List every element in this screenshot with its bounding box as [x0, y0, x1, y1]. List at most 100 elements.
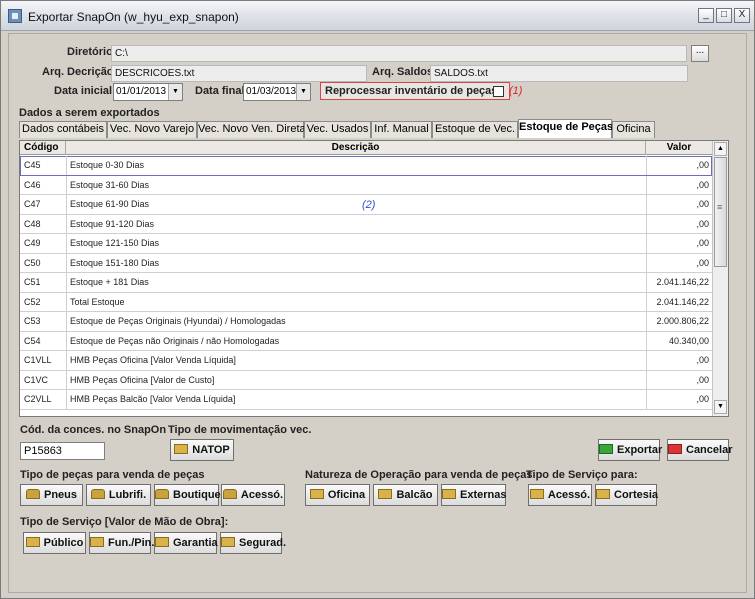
- cell-code: C50: [24, 257, 41, 268]
- cell-desc: Estoque 151-180 Dias: [66, 253, 646, 272]
- oficina-label: Oficina: [327, 489, 366, 501]
- natop-button[interactable]: NATOP: [170, 439, 234, 461]
- cell-val: ,00: [646, 175, 712, 194]
- people-icon: [90, 489, 105, 499]
- tipo-servico-label: Tipo de Serviço para:: [526, 469, 638, 481]
- table-row[interactable]: C50 Estoque 151-180 Dias ,00: [20, 253, 712, 273]
- table-row[interactable]: C48 Estoque 91-120 Dias ,00: [20, 214, 712, 234]
- garantia-label: Garantia: [173, 537, 218, 549]
- arq-descricao-field[interactable]: DESCRICOES.txt: [111, 65, 367, 82]
- cell-code: C53: [24, 316, 41, 326]
- checkmark-icon: [599, 444, 613, 454]
- cell-desc: HMB Peças Oficina [Valor de Custo]: [66, 370, 646, 389]
- balcao-button[interactable]: Balcão: [373, 484, 438, 506]
- cod-conces-input[interactable]: P15863: [20, 442, 105, 460]
- cell-code: C46: [24, 179, 41, 190]
- browse-button[interactable]: ...: [691, 45, 709, 62]
- scroll-up-icon[interactable]: ▲: [714, 142, 727, 156]
- people-icon: [155, 489, 169, 499]
- reprocessar-checkbox-group[interactable]: Reprocessar inventário de peças?: [320, 82, 510, 100]
- tab-estoque-pecas[interactable]: Estoque de Peças: [518, 119, 613, 138]
- folder-icon: [25, 537, 40, 547]
- folder-icon: [309, 489, 324, 499]
- cell-val: ,00: [646, 234, 712, 253]
- tab-vec-novo-ven-direta[interactable]: Vec. Novo Ven. Direta: [197, 121, 306, 138]
- annotation-1: (1): [509, 85, 523, 97]
- cell-desc: HMB Peças Balcão [Valor Venda Líquida]: [66, 390, 646, 409]
- garantia-button[interactable]: Garantia: [154, 532, 218, 554]
- publico-label: Público: [43, 537, 84, 549]
- tab-vec-usados[interactable]: Vec. Usados: [304, 121, 371, 138]
- table-row[interactable]: C53 Estoque de Peças Originais (Hyundai) …: [20, 312, 712, 332]
- col-descricao-header[interactable]: Descrição: [66, 141, 646, 155]
- grid-scrollbar[interactable]: ▲ ▼: [712, 141, 728, 416]
- cell-code: C52: [24, 296, 41, 307]
- funpin-button[interactable]: Fun./Pin.: [89, 532, 154, 554]
- publico-button[interactable]: Público: [23, 532, 86, 554]
- table-row[interactable]: C2VLL HMB Peças Balcão [Valor Venda Líqui…: [20, 390, 712, 410]
- data-final-field[interactable]: 01/03/2013 ▼: [243, 83, 311, 101]
- tab-dados-contabeis[interactable]: Dados contábeis: [19, 121, 107, 138]
- tab-vec-novo-varejo[interactable]: Vec. Novo Varejo: [107, 121, 197, 138]
- cortesia-button[interactable]: Cortesia: [595, 484, 658, 506]
- cell-code: C2VLL: [24, 394, 52, 404]
- cell-val: ,00: [646, 351, 712, 370]
- balcao-label: Balcão: [396, 489, 433, 501]
- data-final-dropdown-icon[interactable]: ▼: [296, 84, 310, 100]
- externas-button[interactable]: Externas: [441, 484, 506, 506]
- table-row[interactable]: C49 Estoque 121-150 Dias ,00: [20, 234, 712, 254]
- table-row[interactable]: C1VC HMB Peças Oficina [Valor de Custo] ,0…: [20, 370, 712, 390]
- acesso-pecas-label: Acessó.: [240, 489, 284, 501]
- cell-desc: Estoque de Peças não Originais / não Hom…: [66, 331, 646, 350]
- table-row[interactable]: C52 Total Estoque 2.041.146,22: [20, 292, 712, 312]
- arq-saldos-field[interactable]: SALDOS.txt: [430, 65, 688, 82]
- acesso-pecas-button[interactable]: Acessó.: [221, 484, 285, 506]
- table-row[interactable]: C46 Estoque 31-60 Dias ,00: [20, 175, 712, 195]
- dados-exportados-label: Dados a serem exportados: [19, 107, 160, 119]
- table-row[interactable]: C1VLL HMB Peças Oficina [Valor Venda Líqu…: [20, 351, 712, 371]
- pneus-label: Pneus: [43, 489, 77, 501]
- data-inicial-field[interactable]: 01/01/2013 ▼: [113, 83, 183, 101]
- table-row[interactable]: C45 Estoque 0-30 Dias ,00: [20, 156, 712, 176]
- col-codigo-header[interactable]: Código: [20, 141, 66, 155]
- cell-desc: Estoque 31-60 Dias: [66, 175, 646, 194]
- tab-estoque-vec[interactable]: Estoque de Vec.: [432, 121, 518, 138]
- minimize-button[interactable]: _: [698, 8, 714, 23]
- folder-icon: [90, 537, 104, 547]
- scroll-down-icon[interactable]: ▼: [714, 400, 727, 414]
- cell-desc: Estoque 0-30 Dias: [66, 156, 646, 175]
- pecas-grid[interactable]: Código Descrição Valor C45 Estoque 0-30 D…: [19, 140, 729, 417]
- lubrifi-button[interactable]: Lubrifi.: [86, 484, 151, 506]
- folder-icon: [221, 537, 235, 547]
- exportar-button[interactable]: Exportar: [598, 439, 662, 461]
- acesso-servico-button[interactable]: Acessó.: [528, 484, 592, 506]
- table-row[interactable]: C54 Estoque de Peças não Originais / não …: [20, 331, 712, 351]
- tipo-mov-label: Tipo de movimentação vec.: [168, 424, 312, 436]
- title-bar[interactable]: Exportar SnapOn (w_hyu_exp_snapon) _ □ X: [1, 1, 754, 31]
- folder-icon: [529, 489, 544, 499]
- scroll-thumb[interactable]: [714, 157, 727, 267]
- reprocessar-checkbox[interactable]: [493, 86, 504, 97]
- pneus-button[interactable]: Pneus: [20, 484, 83, 506]
- people-icon: [25, 489, 40, 499]
- close-button[interactable]: X: [734, 8, 750, 23]
- tab-inf-manual[interactable]: Inf. Manual: [371, 121, 432, 138]
- arq-saldos-label: Arq. Saldos:: [372, 66, 437, 78]
- cell-val: ,00: [646, 195, 712, 214]
- cell-val: 2.041.146,22: [646, 273, 712, 292]
- data-final-label: Data final:: [195, 85, 249, 97]
- data-inicial-dropdown-icon[interactable]: ▼: [168, 84, 182, 100]
- boutique-button[interactable]: Boutique: [154, 484, 221, 506]
- tab-oficina[interactable]: Oficina: [612, 121, 655, 138]
- cod-conces-label: Cód. da conces. no SnapOn: [20, 424, 167, 436]
- cell-desc: Estoque 61-90 Dias: [66, 195, 646, 214]
- segurad-label: Segurad.: [239, 537, 287, 549]
- export-window: Exportar SnapOn (w_hyu_exp_snapon) _ □ X…: [0, 0, 755, 599]
- diretorio-field[interactable]: C:\: [111, 45, 687, 62]
- cancelar-button[interactable]: Cancelar: [667, 439, 732, 461]
- oficina-button[interactable]: Oficina: [305, 484, 370, 506]
- table-row[interactable]: C51 Estoque + 181 Dias 2.041.146,22: [20, 273, 712, 293]
- segurad-button[interactable]: Segurad.: [220, 532, 286, 554]
- col-valor-header[interactable]: Valor: [646, 141, 712, 155]
- maximize-button[interactable]: □: [716, 8, 732, 23]
